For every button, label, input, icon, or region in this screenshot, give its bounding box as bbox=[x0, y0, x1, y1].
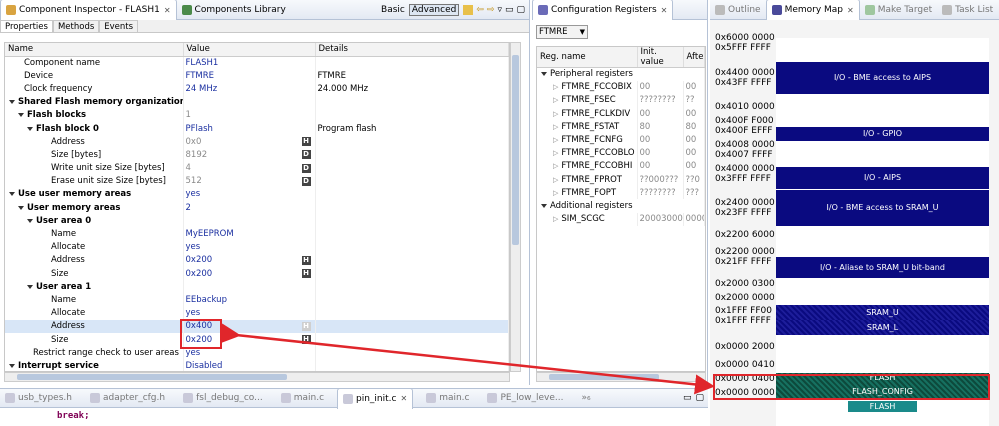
arrow-line bbox=[220, 323, 715, 395]
annotation-arrow bbox=[220, 323, 715, 395]
